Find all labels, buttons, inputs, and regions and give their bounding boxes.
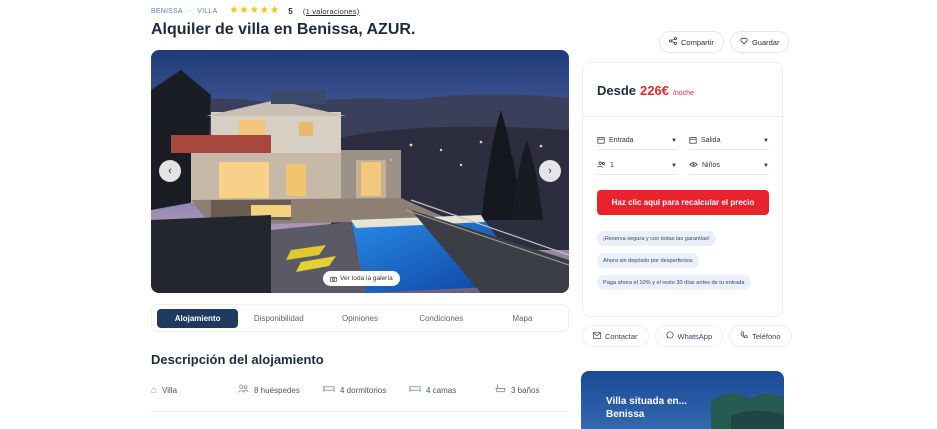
caret-down-icon: ▼ — [671, 137, 677, 144]
breadcrumb-location[interactable]: BENISSA — [151, 8, 183, 15]
chevron-left-icon: ‹ — [168, 165, 172, 177]
heart-icon — [740, 37, 748, 47]
caret-down-icon: ▼ — [763, 137, 769, 144]
checkout-label: Salida — [701, 137, 721, 144]
calendar-icon — [689, 136, 697, 146]
view-gallery-button[interactable]: Ver toda la galería — [323, 271, 400, 286]
feature-bedrooms: 4 dormitorios — [323, 384, 409, 396]
camera-icon — [330, 276, 337, 282]
feature-beds: 4 camas — [409, 384, 495, 396]
card-divider — [583, 116, 782, 117]
tab-disponibilidad[interactable]: Disponibilidad — [238, 309, 319, 328]
chevron-right-icon: › — [548, 165, 552, 177]
star-icon: ★ — [270, 5, 280, 16]
no-deposit-badge: Ahora sin depósito por desperfectos — [597, 253, 699, 268]
mail-icon — [593, 331, 601, 341]
bed-icon — [409, 384, 421, 396]
breadcrumb-separator: - — [188, 7, 192, 15]
feature-list: ⌂ Villa 8 huéspedes 4 dormitorios 4 cama… — [151, 384, 575, 396]
save-label: Guardar — [751, 37, 780, 47]
photo-gallery[interactable]: ‹ › Ver toda la galería — [151, 50, 569, 293]
previous-photo-button[interactable]: ‹ — [159, 160, 181, 182]
star-icon: ★ — [229, 5, 239, 16]
checkin-label: Entrada — [609, 137, 634, 144]
people-icon — [237, 384, 249, 396]
tab-condiciones[interactable]: Condiciones — [401, 309, 482, 328]
star-icon: ★ — [249, 5, 259, 16]
whatsapp-label: WhatsApp — [677, 331, 713, 341]
feature-label: Villa — [162, 385, 178, 395]
tab-opiniones[interactable]: Opiniones — [319, 309, 400, 328]
reviews-link[interactable]: (1 valoraciones) — [303, 7, 360, 16]
rating-stars: ★ ★ ★ ★ ★ — [229, 6, 279, 16]
house-icon: ⌂ — [151, 384, 158, 396]
villa-photo — [151, 50, 569, 293]
checkin-select[interactable]: Entrada ▼ — [597, 132, 677, 150]
price-summary: Desde 226€ /noche — [597, 83, 694, 98]
star-icon: ★ — [239, 5, 249, 16]
feature-bathrooms: 3 baños — [495, 384, 575, 396]
price-value: 226€ — [640, 83, 669, 98]
location-promo-card[interactable]: Villa situada en... Benissa — [581, 371, 784, 429]
booking-card: Desde 226€ /noche Entrada ▼ Salida ▼ 1 ▼… — [582, 62, 783, 317]
section-tabs: Alojamiento Disponibilidad Opiniones Con… — [151, 304, 569, 332]
caret-down-icon: ▼ — [671, 162, 677, 169]
tab-mapa[interactable]: Mapa — [482, 309, 563, 328]
star-icon: ★ — [259, 5, 270, 16]
children-select[interactable]: Niños ▼ — [689, 157, 769, 175]
checkout-select[interactable]: Salida ▼ — [689, 132, 769, 150]
recalculate-price-button[interactable]: Haz clic aquí para recalcular el precio — [597, 190, 769, 215]
whatsapp-button[interactable]: WhatsApp — [654, 325, 724, 347]
whatsapp-icon — [665, 331, 674, 341]
tab-alojamiento[interactable]: Alojamiento — [157, 308, 239, 328]
description-title: Descripción del alojamiento — [151, 352, 324, 367]
payment-terms-badge: Paga ahora el 10% y el resto 30 días ant… — [597, 275, 751, 290]
eye-icon — [689, 161, 698, 170]
feature-label: 8 huéspedes — [254, 385, 300, 395]
calendar-icon — [597, 136, 605, 146]
share-icon — [669, 37, 677, 47]
feature-type: ⌂ Villa — [151, 385, 237, 396]
share-actions: Compartir Guardar — [659, 31, 790, 53]
share-label: Compartir — [681, 37, 714, 47]
next-photo-button[interactable]: › — [539, 160, 561, 182]
secure-booking-badge: ¡Reserva segura y con todas las garantía… — [597, 231, 716, 246]
guests-value: 1 — [610, 162, 614, 169]
children-label: Niños — [702, 162, 720, 169]
save-button[interactable]: Guardar — [729, 31, 790, 53]
phone-icon — [740, 331, 748, 341]
feature-label: 3 baños — [511, 385, 540, 395]
section-divider — [151, 411, 569, 412]
rating-score: 5 — [288, 6, 293, 16]
price-from-label: Desde — [597, 83, 637, 98]
price-unit: /noche — [672, 90, 694, 97]
feature-label: 4 dormitorios — [340, 385, 387, 395]
feature-label: 4 camas — [426, 385, 457, 395]
share-button[interactable]: Compartir — [659, 31, 724, 53]
phone-label: Teléfono — [752, 331, 781, 341]
contact-button[interactable]: Contactar — [582, 325, 649, 347]
promo-title: Villa situada en... Benissa — [606, 396, 687, 420]
bath-icon — [495, 384, 506, 396]
people-icon — [597, 161, 606, 170]
contact-actions: Contactar WhatsApp Teléfono — [582, 325, 792, 347]
breadcrumb: BENISSA - VILLA ★ ★ ★ ★ ★ 5 (1 valoracio… — [151, 6, 359, 16]
guests-select[interactable]: 1 ▼ — [597, 157, 677, 175]
page-title: Alquiler de villa en Benissa, AZUR. — [151, 21, 416, 38]
feature-guests: 8 huéspedes — [237, 384, 323, 396]
caret-down-icon: ▼ — [763, 162, 769, 169]
phone-button[interactable]: Teléfono — [729, 325, 792, 347]
breadcrumb-type[interactable]: VILLA — [197, 8, 217, 15]
view-gallery-label: Ver toda la galería — [340, 275, 393, 282]
bed-icon — [323, 384, 335, 396]
contact-label: Contactar — [605, 331, 638, 341]
